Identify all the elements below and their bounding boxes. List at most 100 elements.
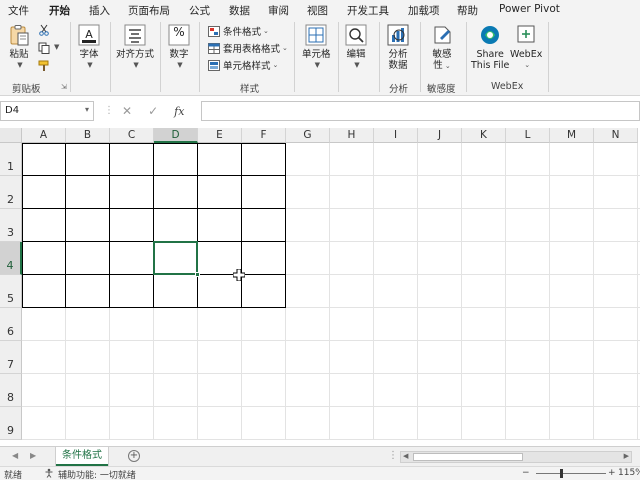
row-header-6[interactable]: 6 bbox=[0, 308, 22, 341]
tab-view[interactable]: 视图 bbox=[307, 3, 328, 18]
number-button[interactable]: % 数字 ▼ bbox=[168, 24, 190, 71]
cell-e3[interactable] bbox=[198, 209, 242, 242]
column-header-j[interactable]: J bbox=[418, 128, 462, 143]
cell-a4[interactable] bbox=[22, 242, 66, 275]
column-header-d[interactable]: D bbox=[154, 128, 198, 143]
column-header-n[interactable]: N bbox=[594, 128, 638, 143]
cell-b3[interactable] bbox=[66, 209, 110, 242]
cell-e1[interactable] bbox=[198, 143, 242, 176]
cell-f4[interactable] bbox=[242, 242, 286, 275]
scroll-left-icon[interactable]: ◀ bbox=[403, 452, 408, 460]
zoom-slider-track[interactable] bbox=[536, 473, 606, 474]
row-header-1[interactable]: 1 bbox=[0, 143, 22, 176]
copy-button[interactable]: ▼ bbox=[38, 42, 59, 57]
dialog-launcher-icon[interactable]: ⇲ bbox=[61, 83, 67, 91]
cut-button[interactable] bbox=[38, 24, 50, 39]
column-header-m[interactable]: M bbox=[550, 128, 594, 143]
alignment-button[interactable]: 对齐方式 ▼ bbox=[116, 24, 154, 71]
row-header-4[interactable]: 4 bbox=[0, 242, 22, 275]
format-painter-button[interactable] bbox=[38, 60, 50, 75]
tab-file[interactable]: 文件 bbox=[8, 3, 29, 18]
zoom-level[interactable]: 115% bbox=[618, 468, 640, 478]
horizontal-scrollbar[interactable]: ◀ ▶ bbox=[400, 451, 632, 463]
zoom-in-button[interactable]: + bbox=[608, 468, 616, 478]
worksheet-grid[interactable]: ABCDEFGHIJKLMN 123456789 bbox=[0, 128, 640, 446]
column-header-f[interactable]: F bbox=[242, 128, 286, 143]
cancel-icon[interactable]: ✕ bbox=[122, 104, 132, 118]
tab-developer[interactable]: 开发工具 bbox=[347, 3, 389, 18]
fill-handle[interactable] bbox=[195, 272, 200, 277]
column-header-c[interactable]: C bbox=[110, 128, 154, 143]
row-header-9[interactable]: 9 bbox=[0, 407, 22, 440]
cell-d2[interactable] bbox=[154, 176, 198, 209]
sheet-prev-icon[interactable]: ◀ bbox=[12, 451, 18, 460]
sheet-tab-conditional-format[interactable]: 条件格式 bbox=[56, 447, 108, 466]
row-header-7[interactable]: 7 bbox=[0, 341, 22, 374]
zoom-out-button[interactable]: − bbox=[522, 468, 530, 478]
active-cell-border[interactable] bbox=[153, 241, 198, 275]
cell-a5[interactable] bbox=[22, 275, 66, 308]
column-header-a[interactable]: A bbox=[22, 128, 66, 143]
paste-button[interactable]: 粘贴 ▼ bbox=[8, 24, 30, 71]
cell-e2[interactable] bbox=[198, 176, 242, 209]
cell-a1[interactable] bbox=[22, 143, 66, 176]
cell-b1[interactable] bbox=[66, 143, 110, 176]
accessibility-icon[interactable] bbox=[44, 468, 54, 480]
cell-c3[interactable] bbox=[110, 209, 154, 242]
sensitivity-button[interactable]: 敏感 性 ⌄ bbox=[431, 24, 453, 72]
tab-formulas[interactable]: 公式 bbox=[189, 3, 210, 18]
column-header-h[interactable]: H bbox=[330, 128, 374, 143]
tab-home[interactable]: 开始 bbox=[49, 3, 70, 22]
cell-a3[interactable] bbox=[22, 209, 66, 242]
row-header-2[interactable]: 2 bbox=[0, 176, 22, 209]
column-header-k[interactable]: K bbox=[462, 128, 506, 143]
scroll-thumb[interactable] bbox=[413, 453, 523, 461]
add-sheet-button[interactable]: + bbox=[128, 450, 140, 462]
select-all-corner[interactable] bbox=[0, 128, 22, 143]
cell-d3[interactable] bbox=[154, 209, 198, 242]
chevron-down-icon[interactable]: ▾ bbox=[85, 105, 89, 114]
row-header-8[interactable]: 8 bbox=[0, 374, 22, 407]
editing-button[interactable]: 编辑 ▼ bbox=[345, 24, 367, 71]
column-header-l[interactable]: L bbox=[506, 128, 550, 143]
cell-f3[interactable] bbox=[242, 209, 286, 242]
tab-page-layout[interactable]: 页面布局 bbox=[128, 3, 170, 18]
cell-c2[interactable] bbox=[110, 176, 154, 209]
formula-input[interactable] bbox=[201, 101, 640, 121]
sheet-next-icon[interactable]: ▶ bbox=[30, 451, 36, 460]
cell-b5[interactable] bbox=[66, 275, 110, 308]
cell-c4[interactable] bbox=[110, 242, 154, 275]
webex-button[interactable]: WebEx ⌄ bbox=[510, 24, 542, 71]
column-header-e[interactable]: E bbox=[198, 128, 242, 143]
name-box[interactable]: D4 ▾ bbox=[0, 101, 94, 121]
tab-addins[interactable]: 加载项 bbox=[408, 3, 440, 18]
table-format-button[interactable]: 套用表格格式 ⌄ bbox=[208, 41, 288, 55]
tab-help[interactable]: 帮助 bbox=[457, 3, 478, 18]
fx-icon[interactable]: fx bbox=[174, 105, 184, 118]
column-header-g[interactable]: G bbox=[286, 128, 330, 143]
enter-icon[interactable]: ✓ bbox=[148, 104, 158, 118]
cell-d5[interactable] bbox=[154, 275, 198, 308]
zoom-slider-knob[interactable] bbox=[560, 469, 563, 478]
cell-style-button[interactable]: 单元格样式 ⌄ bbox=[208, 58, 278, 72]
cell-f5[interactable] bbox=[242, 275, 286, 308]
row-header-5[interactable]: 5 bbox=[0, 275, 22, 308]
column-header-b[interactable]: B bbox=[66, 128, 110, 143]
cell-b2[interactable] bbox=[66, 176, 110, 209]
cells-button[interactable]: 单元格 ▼ bbox=[302, 24, 331, 71]
share-this-file-button[interactable]: Share This File bbox=[471, 24, 509, 71]
cell-c1[interactable] bbox=[110, 143, 154, 176]
tab-review[interactable]: 审阅 bbox=[268, 3, 289, 18]
accessibility-status[interactable]: 辅助功能: 一切就绪 bbox=[58, 468, 136, 480]
cell-c5[interactable] bbox=[110, 275, 154, 308]
scroll-right-icon[interactable]: ▶ bbox=[624, 452, 629, 460]
font-button[interactable]: A 字体 ▼ bbox=[78, 24, 100, 71]
tab-split-handle[interactable]: ⋮ bbox=[388, 450, 398, 461]
cell-f1[interactable] bbox=[242, 143, 286, 176]
tab-power-pivot[interactable]: Power Pivot bbox=[499, 3, 560, 15]
conditional-format-button[interactable]: 条件格式 ⌄ bbox=[208, 24, 269, 38]
cell-d1[interactable] bbox=[154, 143, 198, 176]
column-header-i[interactable]: I bbox=[374, 128, 418, 143]
row-header-3[interactable]: 3 bbox=[0, 209, 22, 242]
tab-data[interactable]: 数据 bbox=[229, 3, 250, 18]
